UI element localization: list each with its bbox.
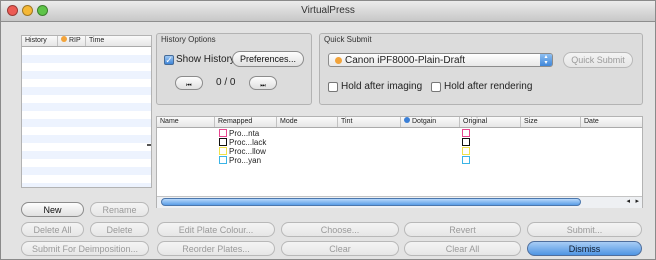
dismiss-button[interactable]: Dismiss (527, 241, 642, 256)
table-row[interactable]: Proc...llow (157, 147, 642, 156)
close-window-button[interactable] (7, 5, 18, 16)
plates-column-tint[interactable]: Tint (338, 117, 401, 127)
minimize-window-button[interactable] (22, 5, 33, 16)
plate-color-swatch (219, 129, 227, 137)
history-counter: 0 / 0 (216, 77, 236, 88)
horizontal-scrollbar[interactable]: ◂ ▸ (157, 196, 642, 208)
show-history-checkbox[interactable]: ✓ (164, 55, 174, 65)
reorder-plates-button[interactable]: Reorder Plates... (157, 241, 275, 256)
dotgain-status-icon (404, 117, 410, 123)
history-column-time[interactable]: Time (86, 36, 151, 46)
choose-button[interactable]: Choose... (281, 222, 399, 237)
quick-submit-title: Quick Submit (324, 35, 372, 44)
delete-all-button[interactable]: Delete All (21, 222, 84, 237)
hold-rendering-label: Hold after rendering (444, 81, 533, 92)
original-color-swatch (462, 138, 470, 146)
history-last-button[interactable]: ⏭ (249, 76, 277, 90)
plates-column-date[interactable]: Date (581, 117, 642, 127)
remapped-cell: Proc...lack (219, 138, 266, 147)
plate-color-swatch (219, 156, 227, 164)
history-options-group: History Options ✓ Show History Preferenc… (156, 33, 312, 105)
skip-forward-icon: ⏭ (260, 83, 266, 89)
window-title: VirtualPress (301, 5, 355, 16)
original-color-swatch (462, 147, 470, 155)
scroll-left-icon[interactable]: ◂ (626, 197, 630, 207)
plates-column-dotgain[interactable]: Dotgain (401, 117, 460, 127)
edit-plate-colour-button[interactable]: Edit Plate Colour... (157, 222, 275, 237)
popup-arrows-icon: ▴ ▾ (540, 54, 552, 66)
hold-rendering-checkbox[interactable] (431, 82, 441, 92)
remapped-plate-name: Pro...nta (229, 129, 260, 138)
title-bar: VirtualPress (1, 1, 655, 22)
clear-all-button[interactable]: Clear All (404, 241, 521, 256)
table-row[interactable]: Pro...nta (157, 129, 642, 138)
quick-submit-group: Quick Submit Canon iPF8000-Plain-Draft ▴… (319, 33, 643, 105)
history-list[interactable]: History RIP Time (21, 35, 152, 188)
table-row[interactable]: Proc...lack (157, 138, 642, 147)
window-controls (7, 5, 48, 16)
hold-imaging-checkbox[interactable] (328, 82, 338, 92)
scroll-right-icon[interactable]: ▸ (635, 197, 639, 207)
history-column-rip[interactable]: RIP (58, 36, 86, 46)
device-popup[interactable]: Canon iPF8000-Plain-Draft ▴ ▾ (328, 53, 553, 67)
rip-column-label: RIP (69, 37, 81, 44)
history-first-button[interactable]: ⏮ (175, 76, 203, 90)
original-color-swatch (462, 156, 470, 164)
new-button[interactable]: New (21, 202, 84, 217)
dotgain-column-label: Dotgain (412, 118, 437, 125)
device-status-icon (335, 57, 342, 64)
submit-deimposition-button[interactable]: Submit For Deimposition... (21, 241, 149, 256)
app-window: VirtualPress History RIP Time History Op… (0, 0, 656, 260)
clear-button[interactable]: Clear (281, 241, 399, 256)
device-name: Canon iPF8000-Plain-Draft (345, 55, 466, 66)
split-handle[interactable] (147, 144, 151, 146)
scrollbar-thumb[interactable] (161, 198, 581, 206)
history-column-history[interactable]: History (22, 36, 58, 46)
skip-back-icon: ⏮ (186, 83, 192, 89)
plates-table[interactable]: Name Remapped Mode Tint Dotgain Original… (156, 116, 643, 208)
plates-rows: Pro...nta Proc...lack Proc...llow Pro...… (157, 128, 642, 183)
rename-button[interactable]: Rename (90, 202, 149, 217)
hold-imaging-label: Hold after imaging (341, 81, 423, 92)
rip-status-icon (61, 36, 67, 42)
history-rows (22, 47, 151, 187)
remapped-cell: Proc...llow (219, 147, 266, 156)
plates-column-remapped[interactable]: Remapped (215, 117, 277, 127)
history-header: History RIP Time (22, 36, 151, 47)
plates-header: Name Remapped Mode Tint Dotgain Original… (157, 117, 642, 128)
remapped-cell: Pro...nta (219, 129, 259, 138)
remapped-cell: Pro...yan (219, 156, 261, 165)
plate-color-swatch (219, 138, 227, 146)
quick-submit-button[interactable]: Quick Submit (563, 52, 633, 68)
remapped-plate-name: Proc...lack (229, 138, 267, 147)
plate-color-swatch (219, 147, 227, 155)
plates-column-name[interactable]: Name (157, 117, 215, 127)
delete-button[interactable]: Delete (90, 222, 149, 237)
history-options-title: History Options (161, 35, 216, 44)
plates-column-mode[interactable]: Mode (277, 117, 338, 127)
show-history-label: Show History (176, 54, 235, 65)
plates-column-original[interactable]: Original (460, 117, 521, 127)
plates-column-size[interactable]: Size (521, 117, 581, 127)
revert-button[interactable]: Revert (404, 222, 521, 237)
preferences-button[interactable]: Preferences... (232, 51, 304, 67)
remapped-plate-name: Proc...llow (229, 147, 266, 156)
remapped-plate-name: Pro...yan (229, 156, 262, 165)
table-row[interactable]: Pro...yan (157, 156, 642, 165)
original-color-swatch (462, 129, 470, 137)
submit-button[interactable]: Submit... (527, 222, 642, 237)
zoom-window-button[interactable] (37, 5, 48, 16)
